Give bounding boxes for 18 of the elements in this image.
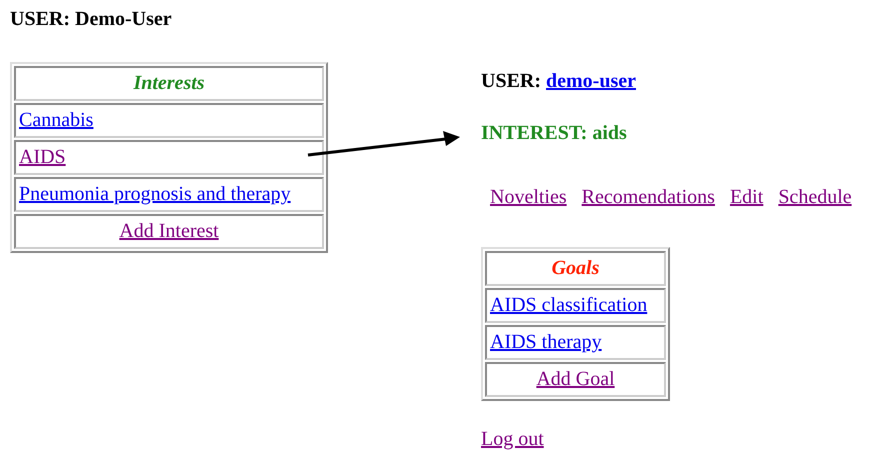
nav-link[interactable]: Novelties [490, 186, 567, 209]
interest-link[interactable]: Cannabis [19, 109, 94, 131]
add-goal-link[interactable]: Add Goal [536, 368, 615, 390]
logout-link[interactable]: Log out [481, 428, 544, 450]
goal-link[interactable]: AIDS therapy [490, 331, 602, 353]
user-label: USER: [481, 70, 542, 92]
nav-link[interactable]: Recomendations [582, 186, 715, 209]
table-title: Goals [485, 251, 666, 286]
interest-link[interactable]: Pneumonia prognosis and therapy [19, 183, 291, 205]
table-title: Interests [14, 66, 324, 101]
interest-link[interactable]: AIDS [19, 146, 66, 168]
add-interest-link[interactable]: Add Interest [119, 220, 219, 242]
goal-link[interactable]: AIDS classification [490, 294, 648, 316]
user-link[interactable]: demo-user [546, 70, 636, 92]
interest-heading: INTEREST: aids [481, 122, 628, 145]
nav-link[interactable]: Edit [730, 186, 764, 209]
page-heading: USER: Demo-User [10, 8, 173, 31]
nav-link[interactable]: Schedule [778, 186, 852, 209]
